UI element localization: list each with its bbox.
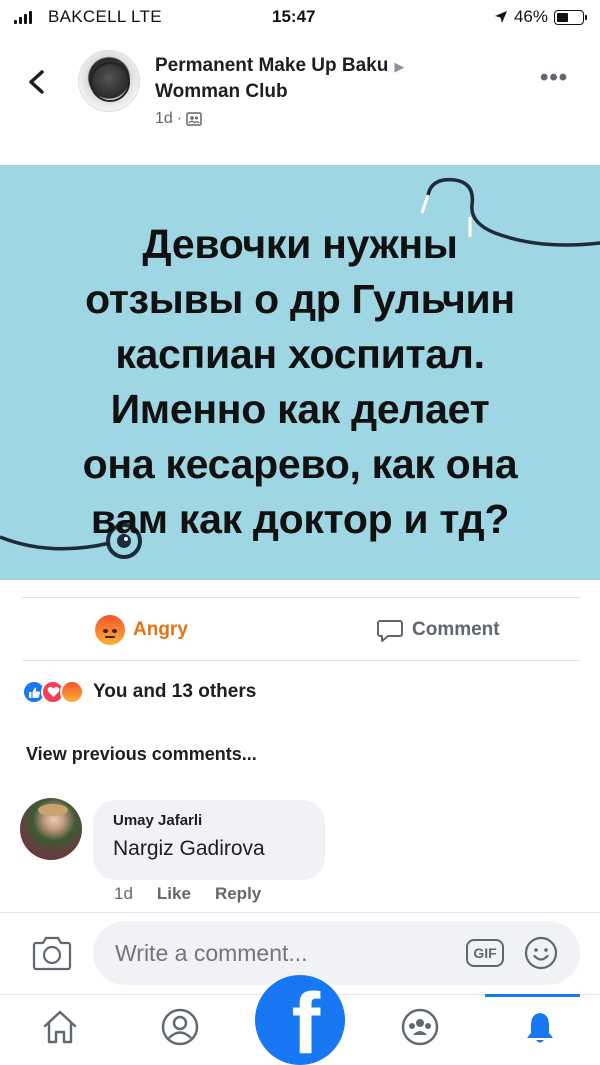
comment-reply-button[interactable]: Reply bbox=[215, 884, 261, 904]
gif-button[interactable]: GIF bbox=[466, 939, 504, 967]
nav-profile[interactable] bbox=[158, 1005, 202, 1049]
comment-bubble-icon bbox=[377, 620, 403, 642]
comment-meta: 1d Like Reply bbox=[114, 884, 261, 904]
nav-notifications[interactable] bbox=[518, 1005, 562, 1049]
more-options-button[interactable]: ••• bbox=[540, 64, 568, 92]
post-text-line: Девочки нужны bbox=[142, 221, 458, 267]
post-header: Permanent Make Up Baku ▶ Womman Club 1d ·… bbox=[0, 40, 600, 140]
status-time: 15:47 bbox=[272, 7, 316, 26]
post-image-text: Девочки нужны отзывы о др Гульчин каспиа… bbox=[30, 217, 570, 547]
battery-percent: 46% bbox=[513, 7, 548, 26]
back-button[interactable] bbox=[22, 62, 52, 102]
group-privacy-icon bbox=[186, 112, 202, 126]
nav-home[interactable] bbox=[38, 1005, 82, 1049]
reaction-label: Angry bbox=[133, 619, 188, 640]
smiley-icon bbox=[524, 936, 558, 970]
post-text-line: каспиан хоспитал. bbox=[115, 331, 485, 377]
angry-emoji-icon bbox=[95, 615, 125, 645]
location-arrow-icon bbox=[494, 11, 507, 23]
angry-reaction-button[interactable]: Angry bbox=[95, 612, 188, 648]
reactions-summary[interactable]: You and 13 others bbox=[22, 680, 256, 704]
notifications-icon bbox=[527, 1011, 553, 1043]
carrier-label: BAKCELL LTE bbox=[48, 7, 162, 26]
status-bar: BAKCELL LTE 15:47 46% bbox=[0, 0, 600, 34]
comment-input[interactable] bbox=[93, 921, 580, 985]
reactions-count-text: You and 13 others bbox=[93, 681, 257, 702]
nav-groups[interactable] bbox=[398, 1005, 442, 1049]
comment-text[interactable]: Nargiz Gadirova bbox=[113, 837, 325, 861]
active-tab-indicator bbox=[485, 994, 580, 997]
view-previous-comments-link[interactable]: View previous comments... bbox=[26, 744, 257, 765]
page-name-link[interactable]: Permanent Make Up Baku bbox=[155, 55, 388, 76]
emoji-button[interactable] bbox=[524, 936, 558, 970]
group-name-link[interactable]: Womman Club bbox=[155, 81, 288, 102]
divider bbox=[22, 660, 580, 661]
facebook-home-button[interactable]: f bbox=[255, 975, 345, 1065]
post-text-line: Именно как делает bbox=[110, 386, 490, 432]
post-title: Permanent Make Up Baku ▶ Womman Club bbox=[155, 53, 485, 104]
comment-label: Comment bbox=[412, 619, 500, 640]
home-icon bbox=[43, 1010, 77, 1044]
post-text-line: отзывы о др Гульчин bbox=[85, 276, 515, 322]
signal-strength-icon bbox=[14, 10, 32, 24]
post-time[interactable]: 1d bbox=[155, 110, 173, 128]
page-avatar[interactable] bbox=[78, 50, 140, 112]
post-text-line: она кесарево, как она bbox=[82, 441, 518, 487]
meta-separator: · bbox=[176, 110, 183, 127]
facebook-icon: f bbox=[291, 976, 321, 1065]
profile-icon bbox=[161, 1008, 199, 1046]
groups-icon bbox=[401, 1008, 439, 1046]
comment-author[interactable]: Umay Jafarli bbox=[113, 812, 325, 829]
divider bbox=[0, 912, 600, 913]
comment-time: 1d bbox=[114, 884, 133, 903]
camera-button[interactable] bbox=[32, 935, 72, 971]
chevron-left-icon bbox=[29, 70, 44, 94]
camera-icon bbox=[32, 936, 72, 971]
comment-bubble[interactable]: Umay Jafarli Nargiz Gadirova bbox=[93, 800, 325, 880]
battery-area: 46% bbox=[494, 7, 587, 27]
post-image[interactable]: Девочки нужны отзывы о др Гульчин каспиа… bbox=[0, 165, 600, 580]
comment-button[interactable]: Comment bbox=[376, 612, 500, 648]
comment-like-button[interactable]: Like bbox=[157, 884, 191, 904]
caret-right-icon: ▶ bbox=[394, 59, 405, 74]
post-text-line: вам как доктор и тд? bbox=[90, 496, 510, 542]
commenter-avatar[interactable] bbox=[20, 798, 82, 860]
angry-reaction-icon bbox=[60, 680, 84, 704]
post-meta: 1d · bbox=[155, 110, 202, 128]
divider bbox=[22, 597, 580, 598]
battery-icon bbox=[554, 9, 587, 25]
